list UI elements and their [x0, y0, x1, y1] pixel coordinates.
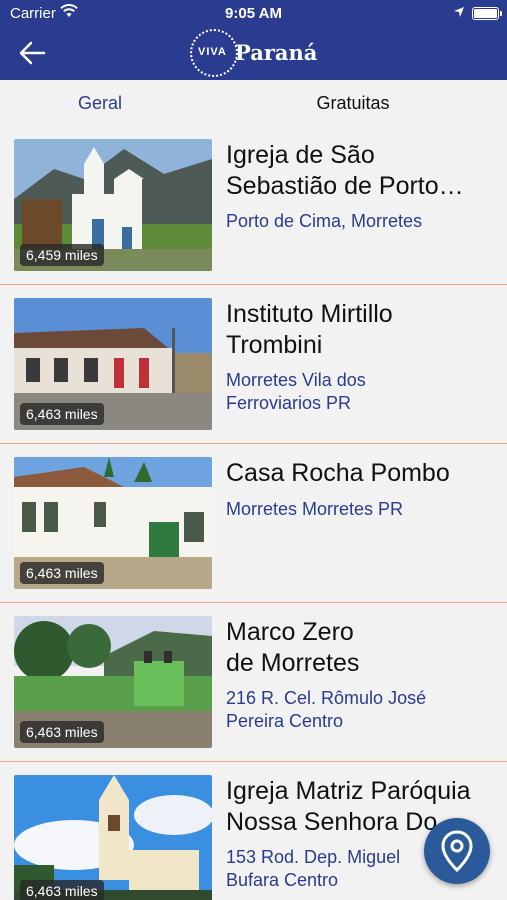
attraction-photo: 6,463 miles [14, 616, 212, 748]
list-item[interactable]: 6,463 miles Casa Rocha Pombo Morretes Mo… [0, 444, 507, 603]
attraction-photo: 6,459 miles [14, 139, 212, 271]
map-button[interactable] [424, 818, 490, 884]
attraction-title: Igreja de São Sebastião de Porto… [226, 141, 464, 200]
list-item[interactable]: 6,463 miles Marco Zero de Morretes 216 R… [0, 603, 507, 762]
nav-bar: VIVA Paraná [0, 28, 507, 80]
distance-badge: 6,463 miles [20, 562, 104, 584]
attraction-photo: 6,463 miles [14, 775, 212, 900]
location-arrow-icon [453, 5, 465, 22]
map-pin-icon [441, 830, 473, 872]
list-item[interactable]: 6,463 miles Instituto Mirtillo Trombini … [0, 285, 507, 444]
list-item[interactable]: 6,459 miles Igreja de São Sebastião de P… [0, 126, 507, 285]
attraction-title: Instituto Mirtillo Trombini [226, 300, 393, 359]
attractions-list: 6,459 miles Igreja de São Sebastião de P… [0, 126, 507, 900]
attraction-address: 216 R. Cel. Rômulo José Pereira Centro [226, 688, 427, 731]
clock: 9:05 AM [225, 5, 282, 22]
logo-viva: VIVA [198, 46, 227, 58]
attraction-address: Morretes Vila dos Ferroviarios PR [226, 370, 366, 413]
viva-parana-logo: VIVA Paraná [188, 29, 328, 79]
attraction-address: Porto de Cima, Morretes [226, 211, 423, 231]
tab-gratuitas[interactable]: Gratuitas [253, 93, 453, 114]
tab-bar: Geral Gratuitas [0, 80, 507, 126]
distance-badge: 6,459 miles [20, 244, 104, 266]
attraction-title: Casa Rocha Pombo [226, 459, 450, 487]
distance-badge: 6,463 miles [20, 403, 104, 425]
back-arrow-icon[interactable] [16, 38, 50, 68]
attraction-address: Morretes Morretes PR [226, 499, 404, 519]
attraction-photo: 6,463 miles [14, 298, 212, 430]
distance-badge: 6,463 miles [20, 880, 104, 900]
tab-geral[interactable]: Geral [0, 93, 200, 114]
attraction-photo: 6,463 miles [14, 457, 212, 589]
logo-parana: Paraná [235, 40, 318, 65]
battery-icon [472, 7, 502, 20]
status-bar: Carrier 9:05 AM [0, 0, 507, 28]
attraction-title: Marco Zero de Morretes [226, 618, 360, 677]
distance-badge: 6,463 miles [20, 721, 104, 743]
